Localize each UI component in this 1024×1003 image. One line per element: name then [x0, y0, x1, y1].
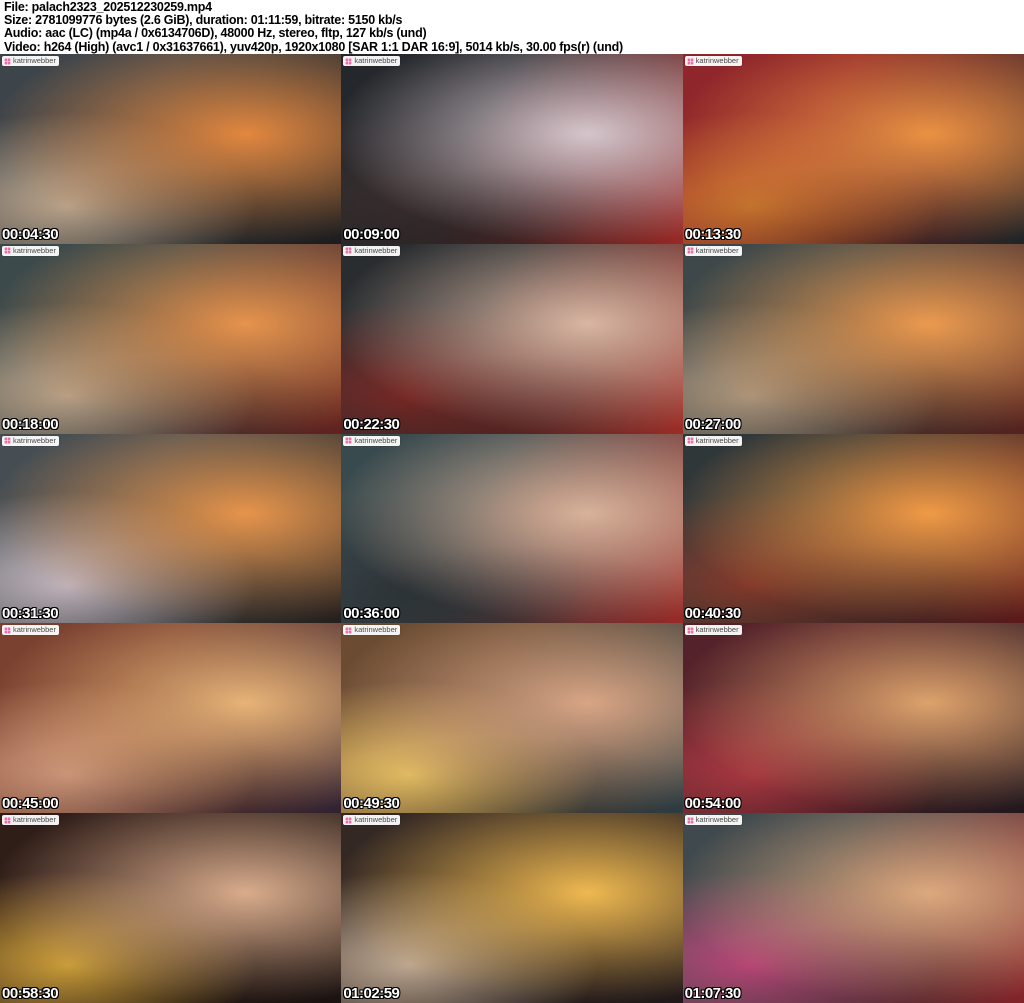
watermark-badge: katrinwebber: [343, 815, 401, 826]
thumbnail-image: [341, 813, 683, 1003]
timestamp-overlay: 00:04:30: [2, 225, 59, 243]
watermark-logo-icon: [686, 247, 694, 255]
thumbnail-image: [0, 813, 342, 1003]
watermark-badge: katrinwebber: [343, 245, 401, 256]
thumbnail-image: [682, 623, 1024, 814]
thumbnail-grid: katrinwebber 00:04:30 katrinwebber 00:09…: [0, 54, 1024, 1003]
watermark-logo-icon: [345, 57, 353, 65]
thumbnail-image: [682, 813, 1024, 1003]
watermark-badge: katrinwebber: [343, 435, 401, 446]
video-thumbnail: katrinwebber 00:40:30: [682, 433, 1024, 624]
watermark-text: katrinwebber: [13, 435, 56, 445]
thumbnail-image: [682, 243, 1024, 434]
watermark-logo-icon: [686, 57, 694, 65]
video-thumbnail: katrinwebber 00:54:00: [682, 623, 1024, 814]
video-thumbnail: katrinwebber 00:49:30: [341, 623, 683, 814]
video-thumbnail: katrinwebber 00:31:30: [0, 433, 342, 624]
video-thumbnail: katrinwebber 00:22:30: [341, 243, 683, 434]
watermark-text: katrinwebber: [354, 435, 398, 445]
watermark-text: katrinwebber: [695, 815, 739, 825]
audio-info-line: Audio: aac (LC) (mp4a / 0x6134706D), 480…: [4, 26, 427, 41]
video-thumbnail: katrinwebber 00:13:30: [682, 54, 1024, 244]
timestamp-overlay: 01:02:59: [343, 984, 400, 1002]
watermark-logo-icon: [686, 437, 694, 445]
timestamp-overlay: 00:36:00: [343, 605, 400, 623]
video-thumbnail: katrinwebber 00:18:00: [0, 243, 342, 434]
watermark-text: katrinwebber: [354, 245, 398, 255]
timestamp-overlay: 00:31:30: [2, 605, 59, 623]
thumbnail-image: [341, 54, 683, 244]
watermark-badge: katrinwebber: [684, 625, 742, 636]
watermark-text: katrinwebber: [695, 56, 739, 65]
timestamp-overlay: 00:18:00: [2, 415, 59, 433]
timestamp-overlay: 00:45:00: [2, 795, 59, 813]
thumbnail-image: [682, 433, 1024, 624]
timestamp-overlay: 00:58:30: [2, 984, 59, 1002]
watermark-badge: katrinwebber: [2, 56, 59, 66]
watermark-logo-icon: [345, 247, 353, 255]
watermark-badge: katrinwebber: [2, 435, 59, 446]
video-thumbnail: katrinwebber 00:04:30: [0, 54, 342, 244]
watermark-badge: katrinwebber: [2, 245, 59, 256]
watermark-badge: katrinwebber: [684, 56, 742, 66]
watermark-logo-icon: [345, 816, 353, 824]
video-info-line: Video: h264 (High) (avc1 / 0x31637661), …: [4, 39, 623, 54]
timestamp-overlay: 00:09:00: [343, 225, 400, 243]
thumbnail-image: [682, 54, 1024, 244]
watermark-badge: katrinwebber: [2, 625, 59, 636]
watermark-text: katrinwebber: [695, 625, 739, 635]
watermark-text: katrinwebber: [354, 815, 398, 825]
watermark-badge: katrinwebber: [343, 625, 401, 636]
thumbnail-image: [0, 243, 342, 434]
timestamp-overlay: 01:07:30: [684, 984, 742, 1002]
thumbnail-image: [0, 433, 342, 624]
file-info-header: File: palach2323_202512230259.mp4 Size: …: [0, 0, 1024, 54]
thumbnail-image: [341, 623, 683, 814]
watermark-text: katrinwebber: [354, 625, 398, 635]
watermark-logo-icon: [4, 57, 11, 65]
timestamp-overlay: 00:13:30: [684, 225, 742, 243]
thumbnail-image: [341, 243, 683, 434]
thumbnail-image: [0, 623, 342, 814]
watermark-logo-icon: [4, 816, 11, 824]
video-thumbnail: katrinwebber 01:07:30: [682, 813, 1024, 1003]
video-thumbnail: katrinwebber 00:58:30: [0, 813, 342, 1003]
watermark-badge: katrinwebber: [2, 815, 59, 826]
thumbnail-image: [0, 54, 342, 244]
video-thumbnail: katrinwebber 00:36:00: [341, 433, 683, 624]
watermark-logo-icon: [4, 437, 11, 445]
watermark-badge: katrinwebber: [684, 815, 742, 826]
watermark-text: katrinwebber: [13, 815, 56, 825]
watermark-logo-icon: [345, 437, 353, 445]
video-thumbnail: katrinwebber 00:09:00: [341, 54, 683, 244]
watermark-logo-icon: [345, 626, 353, 634]
watermark-logo-icon: [686, 816, 694, 824]
watermark-text: katrinwebber: [354, 56, 398, 65]
watermark-badge: katrinwebber: [343, 56, 401, 66]
timestamp-overlay: 00:40:30: [684, 605, 742, 623]
watermark-logo-icon: [4, 626, 11, 634]
watermark-text: katrinwebber: [13, 245, 56, 255]
timestamp-overlay: 00:54:00: [684, 795, 742, 813]
timestamp-overlay: 00:27:00: [684, 415, 742, 433]
watermark-text: katrinwebber: [695, 435, 739, 445]
timestamp-overlay: 00:22:30: [343, 415, 400, 433]
watermark-badge: katrinwebber: [684, 245, 742, 256]
watermark-text: katrinwebber: [695, 245, 739, 255]
watermark-badge: katrinwebber: [684, 435, 742, 446]
video-thumbnail: katrinwebber 00:27:00: [682, 243, 1024, 434]
watermark-text: katrinwebber: [13, 56, 56, 65]
video-thumbnail: katrinwebber 01:02:59: [341, 813, 683, 1003]
watermark-text: katrinwebber: [13, 625, 56, 635]
timestamp-overlay: 00:49:30: [343, 795, 400, 813]
thumbnail-image: [341, 433, 683, 624]
watermark-logo-icon: [4, 247, 11, 255]
watermark-logo-icon: [686, 626, 694, 634]
video-thumbnail: katrinwebber 00:45:00: [0, 623, 342, 814]
